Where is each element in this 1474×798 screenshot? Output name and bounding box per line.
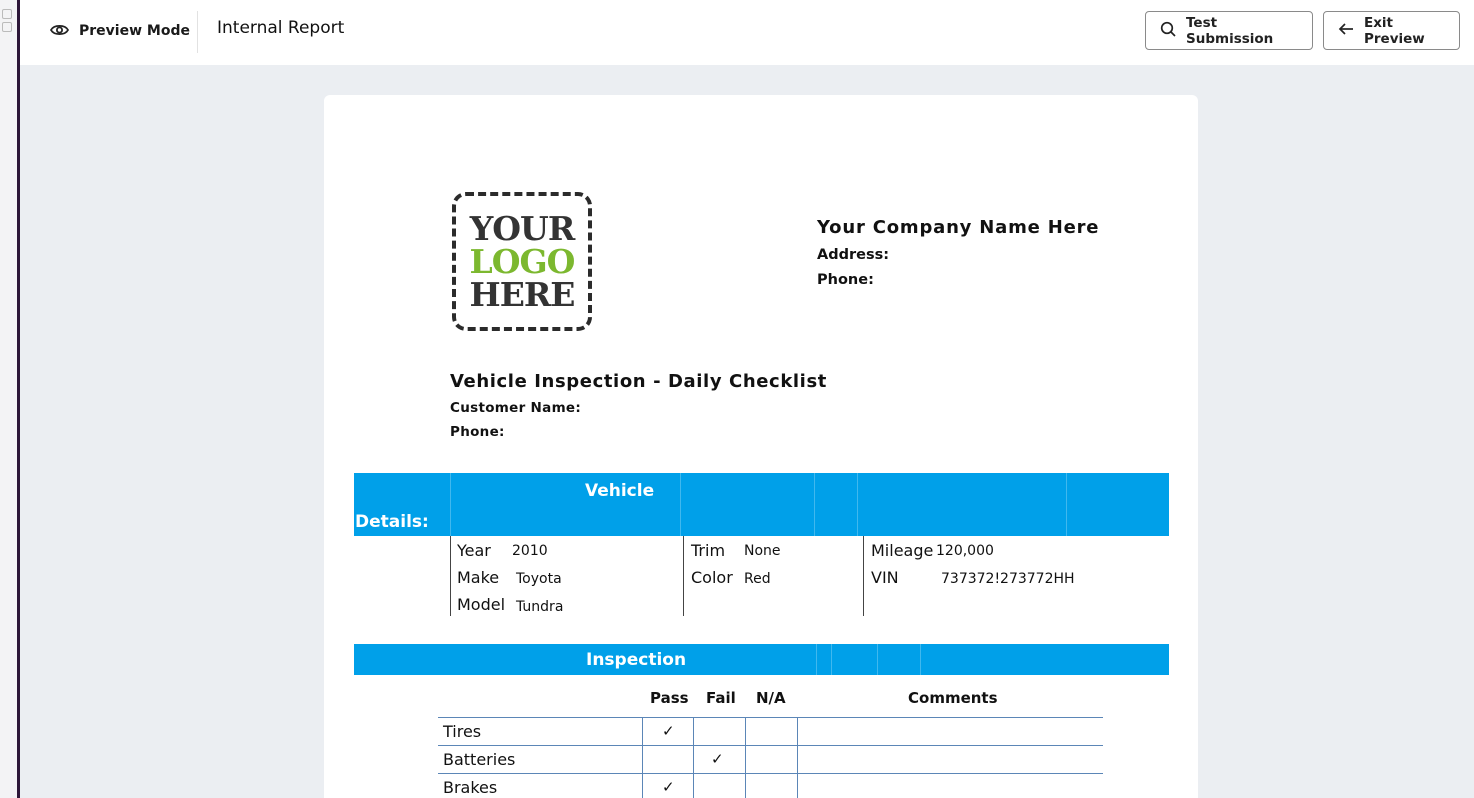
inspection-item-label: Tires xyxy=(443,722,482,741)
customer-name-label: Customer Name: xyxy=(450,400,582,416)
vehicle-band-label-1: Vehicle xyxy=(585,481,655,501)
column-header-pass: Pass xyxy=(650,689,689,707)
exit-preview-label: Exit Preview xyxy=(1364,14,1425,47)
logo-line-3: HERE xyxy=(469,275,576,314)
model-label: Model xyxy=(457,595,506,614)
color-label: Color xyxy=(691,568,733,587)
inspection-band: Inspection xyxy=(354,644,1169,675)
make-label: Make xyxy=(457,568,500,587)
vehicle-details-band: Vehicle Details: xyxy=(354,473,1169,536)
trim-value: None xyxy=(744,543,781,559)
pass-checkmark: ✓ xyxy=(662,778,675,796)
vin-label: VIN xyxy=(871,568,899,587)
report-title: Internal Report xyxy=(217,18,345,38)
customer-phone-label: Phone: xyxy=(450,424,505,440)
preview-mode-indicator: Preview Mode xyxy=(49,20,190,42)
logo-line-1: YOUR xyxy=(469,209,576,248)
pass-checkmark: ✓ xyxy=(662,722,675,740)
trim-label: Trim xyxy=(691,541,726,560)
column-header-comments: Comments xyxy=(908,689,998,707)
logo-line-2: LOGO xyxy=(469,242,576,281)
column-header-fail: Fail xyxy=(706,689,736,707)
arrow-left-icon xyxy=(1338,22,1354,40)
vehicle-column-divider xyxy=(450,536,451,616)
company-logo: YOUR LOGO HERE xyxy=(452,192,592,331)
make-value: Toyota xyxy=(516,571,562,587)
company-phone-label: Phone: xyxy=(817,272,874,288)
test-submission-label: Test Submission xyxy=(1186,14,1274,47)
table-row: Tires ✓ xyxy=(438,717,1103,746)
collapsed-sidebar-icons xyxy=(0,6,14,46)
toolbar-divider xyxy=(197,11,198,53)
color-value: Red xyxy=(744,571,771,587)
eye-icon xyxy=(49,22,70,41)
exit-preview-button[interactable]: Exit Preview xyxy=(1323,11,1460,50)
mileage-value: 120,000 xyxy=(936,543,994,559)
sidebar-edge xyxy=(0,0,20,798)
preview-toolbar: Preview Mode Internal Report Test Submis… xyxy=(20,0,1474,65)
inspection-item-label: Brakes xyxy=(443,778,498,797)
fail-checkmark: ✓ xyxy=(711,750,724,768)
mileage-label: Mileage xyxy=(871,541,934,560)
model-value: Tundra xyxy=(516,599,564,615)
year-label: Year xyxy=(457,541,491,560)
inspection-table: Tires ✓ Batteries ✓ Brakes ✓ xyxy=(438,717,1103,798)
report-header: Vehicle Inspection - Daily Checklist Cus… xyxy=(450,371,827,440)
column-header-na: N/A xyxy=(756,689,786,707)
vehicle-column-divider xyxy=(683,536,684,616)
search-icon xyxy=(1160,21,1176,41)
table-row: Brakes ✓ xyxy=(438,773,1103,798)
vehicle-column-divider xyxy=(863,536,864,616)
company-address-label: Address: xyxy=(817,247,890,263)
vehicle-band-label-2: Details: xyxy=(355,512,429,532)
company-name: Your Company Name Here xyxy=(817,217,1100,238)
vin-value: 737372!273772HH xyxy=(941,571,1075,587)
inspection-band-label: Inspection xyxy=(586,650,687,670)
company-info: Your Company Name Here Address: Phone: xyxy=(817,217,1099,288)
report-heading: Vehicle Inspection - Daily Checklist xyxy=(450,371,827,392)
inspection-item-label: Batteries xyxy=(443,750,516,769)
report-page: YOUR LOGO HERE Your Company Name Here Ad… xyxy=(324,95,1198,798)
preview-mode-label: Preview Mode xyxy=(79,23,190,39)
test-submission-button[interactable]: Test Submission xyxy=(1145,11,1313,50)
table-row: Batteries ✓ xyxy=(438,745,1103,774)
year-value: 2010 xyxy=(512,543,548,559)
